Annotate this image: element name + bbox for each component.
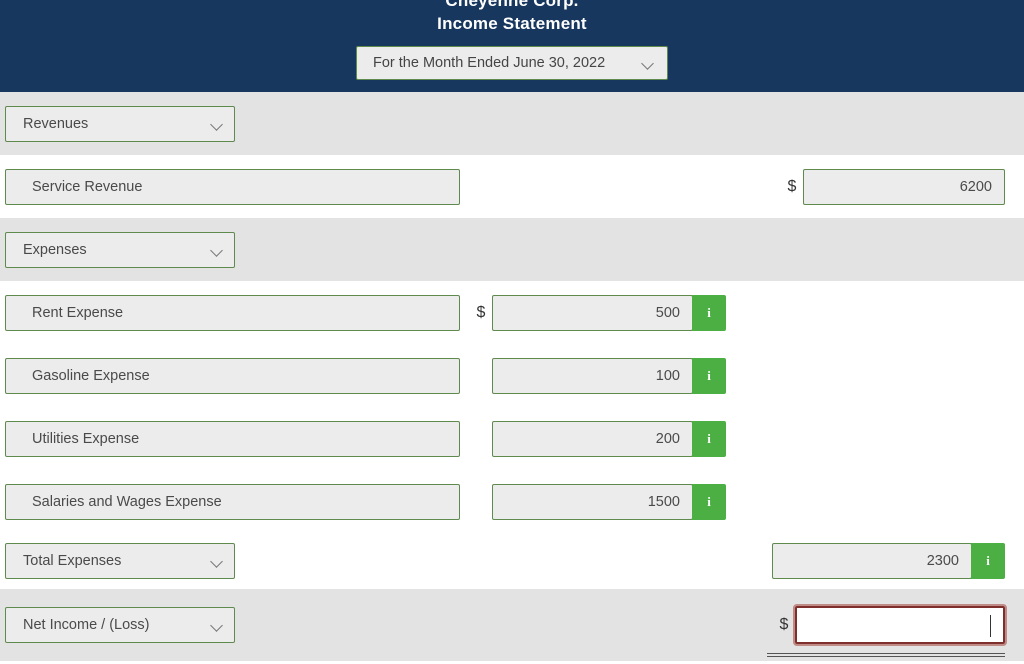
amount-group: 200 i: [492, 420, 726, 457]
row-section-expenses: Expenses: [0, 218, 1024, 281]
label-cell: Net Income / (Loss): [0, 607, 470, 643]
account-label: Rent Expense: [32, 304, 124, 321]
account-label: Service Revenue: [32, 178, 143, 195]
amount-input-service-revenue[interactable]: 6200: [803, 168, 1005, 205]
currency-symbol: $: [476, 303, 486, 321]
label-cell: Utilities Expense: [0, 420, 470, 457]
right-amount-cell: $ 2300 i: [750, 543, 1024, 579]
net-income-select-label: Net Income / (Loss): [23, 617, 150, 633]
amount-input-rent-expense[interactable]: 500: [492, 294, 693, 331]
row-total-expenses: Total Expenses $ 2300 i: [0, 533, 1024, 591]
statement-header: Cheyenne Corp. Income Statement For the …: [0, 0, 1024, 92]
chevron-down-icon: [211, 246, 224, 254]
label-cell: Expenses: [0, 231, 470, 268]
account-field-rent-expense[interactable]: Rent Expense: [5, 294, 460, 331]
row-net-income: Net Income / (Loss) $: [0, 589, 1024, 661]
mid-amount-cell: $ 1500 i: [470, 483, 755, 520]
right-amount-cell: $ 6200: [755, 168, 1024, 205]
amount-group: 100 i: [492, 357, 726, 394]
amount-value: 100: [655, 367, 680, 384]
total-select-expenses-label: Total Expenses: [23, 553, 122, 569]
account-field-gasoline-expense[interactable]: Gasoline Expense: [5, 357, 460, 394]
chevron-down-icon: [642, 59, 655, 67]
amount-group: [793, 604, 1007, 646]
text-caret: [989, 615, 991, 637]
amount-input-net-income[interactable]: [793, 604, 1007, 646]
mid-amount-cell: $ 200 i: [470, 420, 755, 457]
mid-amount-cell: $ 500 i: [470, 294, 755, 331]
period-select-container: For the Month Ended June 30, 2022: [0, 46, 1024, 80]
account-label: Utilities Expense: [32, 430, 140, 447]
mid-amount-cell: $ 100 i: [470, 357, 755, 394]
amount-value: 200: [655, 430, 680, 447]
amount-group: 6200: [803, 168, 1005, 205]
row-rent-expense: Rent Expense $ 500 i: [0, 281, 1024, 344]
row-service-revenue: Service Revenue $ 6200: [0, 155, 1024, 218]
info-icon-rent-expense[interactable]: i: [692, 294, 726, 331]
section-select-revenues-label: Revenues: [23, 115, 89, 132]
right-amount-cell: $: [755, 604, 1024, 646]
company-name: Cheyenne Corp.: [445, 0, 579, 10]
row-salaries-wages-expense: Salaries and Wages Expense $ 1500 i: [0, 470, 1024, 542]
amount-input-gasoline-expense[interactable]: 100: [492, 357, 693, 394]
amount-input-utilities-expense[interactable]: 200: [492, 420, 693, 457]
income-statement-body: Revenues Service Revenue $ 6200 Expenses…: [0, 92, 1024, 664]
account-field-salaries-wages-expense[interactable]: Salaries and Wages Expense: [5, 483, 460, 520]
amount-value: 6200: [959, 178, 992, 195]
period-select[interactable]: For the Month Ended June 30, 2022: [356, 46, 668, 80]
page-title: Income Statement: [437, 14, 587, 33]
section-select-expenses[interactable]: Expenses: [5, 231, 235, 268]
amount-input-salaries-wages-expense[interactable]: 1500: [492, 483, 693, 520]
net-income-double-rule: [767, 653, 1005, 657]
chevron-down-icon: [211, 557, 224, 565]
currency-symbol: $: [779, 616, 789, 633]
amount-value: 2300: [926, 553, 959, 569]
label-cell: Revenues: [0, 105, 470, 142]
row-utilities-expense: Utilities Expense $ 200 i: [0, 407, 1024, 470]
label-cell: Gasoline Expense: [0, 357, 470, 394]
currency-symbol: $: [787, 177, 797, 195]
label-cell: Rent Expense: [0, 294, 470, 331]
amount-group: 2300 i: [772, 543, 1005, 579]
info-icon-utilities-expense[interactable]: i: [692, 420, 726, 457]
info-icon-total-expenses[interactable]: i: [971, 543, 1005, 579]
chevron-down-icon: [211, 621, 224, 629]
net-income-select[interactable]: Net Income / (Loss): [5, 607, 235, 643]
account-label: Gasoline Expense: [32, 367, 150, 384]
section-select-revenues[interactable]: Revenues: [5, 105, 235, 142]
total-select-expenses[interactable]: Total Expenses: [5, 543, 235, 579]
label-cell: Total Expenses: [0, 543, 467, 579]
section-select-expenses-label: Expenses: [23, 241, 87, 258]
row-gasoline-expense: Gasoline Expense $ 100 i: [0, 344, 1024, 407]
info-icon-salaries-wages-expense[interactable]: i: [692, 483, 726, 520]
account-field-utilities-expense[interactable]: Utilities Expense: [5, 420, 460, 457]
amount-value: 1500: [647, 493, 680, 510]
chevron-down-icon: [211, 120, 224, 128]
amount-value: 500: [655, 304, 680, 321]
account-label: Salaries and Wages Expense: [32, 493, 222, 510]
info-icon-gasoline-expense[interactable]: i: [692, 357, 726, 394]
amount-group: 1500 i: [492, 483, 726, 520]
label-cell: Salaries and Wages Expense: [0, 483, 470, 520]
account-field-service-revenue[interactable]: Service Revenue: [5, 168, 460, 205]
amount-group: 500 i: [492, 294, 726, 331]
amount-input-total-expenses[interactable]: 2300: [772, 543, 972, 579]
period-select-label: For the Month Ended June 30, 2022: [373, 55, 606, 71]
row-section-revenues: Revenues: [0, 92, 1024, 155]
label-cell: Service Revenue: [0, 168, 470, 205]
